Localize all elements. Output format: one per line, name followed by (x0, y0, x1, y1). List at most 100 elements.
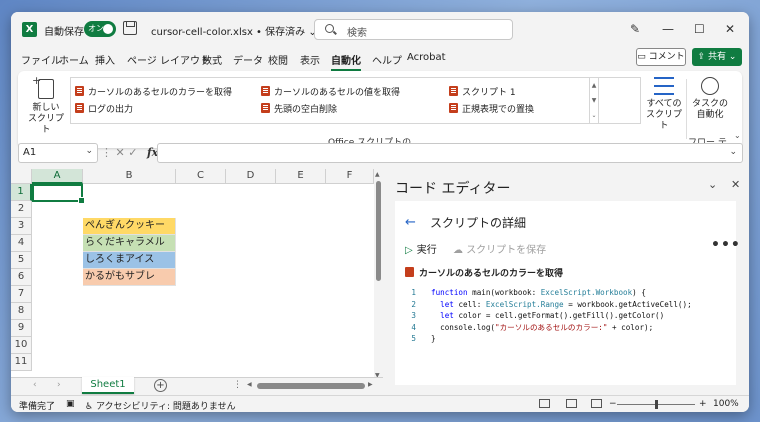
accessibility-status[interactable]: ♿ アクセシビリティ: 問題ありません (85, 399, 236, 412)
chevron-down-icon[interactable]: ⌄ (85, 146, 93, 156)
gallery-item[interactable]: 正規表現での置換 (449, 102, 534, 115)
row-header[interactable]: 8 (11, 303, 32, 320)
scroll-left-icon[interactable]: ◀ (247, 381, 252, 388)
prev-sheet-icon[interactable]: ‹ (33, 380, 37, 390)
column-header[interactable]: F (326, 169, 374, 184)
cancel-icon[interactable]: ✕ (116, 146, 125, 159)
column-header[interactable]: D (226, 169, 276, 184)
zoom-slider-thumb[interactable] (655, 400, 658, 409)
select-all-corner[interactable] (11, 169, 32, 184)
gallery-item-label: ログの出力 (88, 105, 134, 115)
tab-file[interactable]: ファイル (21, 52, 61, 67)
column-header[interactable]: E (276, 169, 326, 184)
autosave-label: 自動保存 (44, 27, 84, 38)
new-script-button[interactable]: 新しい スクリプト (28, 75, 64, 136)
macro-icon[interactable]: ▣ (66, 399, 75, 409)
row-header[interactable]: 6 (11, 269, 32, 286)
code-line[interactable]: 2 let cell: ExcelScript.Range = workbook… (395, 299, 736, 311)
scroll-thumb[interactable] (257, 383, 365, 389)
cell-b4[interactable]: らくだキャラメル (83, 235, 176, 252)
search-box[interactable]: 検索 (314, 19, 513, 40)
chevron-down-icon[interactable]: ⌄ (729, 147, 737, 157)
tab-view[interactable]: 表示 (300, 52, 320, 67)
comment-button[interactable]: ▭ コメント (636, 48, 686, 66)
page-break-view-icon[interactable] (591, 399, 602, 408)
scroll-right-icon[interactable]: ▶ (368, 381, 373, 388)
row-header[interactable]: 7 (11, 286, 32, 303)
gallery-item[interactable]: ログの出力 (75, 102, 133, 115)
code-line[interactable]: 1 function main(workbook: ExcelScript.Wor… (395, 287, 736, 299)
run-button[interactable]: ▷ 実行 (405, 241, 437, 256)
zoom-out-button[interactable]: − (609, 399, 617, 409)
normal-view-icon[interactable] (539, 399, 550, 408)
all-scripts-button[interactable]: すべての スクリプト (644, 77, 684, 132)
close-button[interactable]: ✕ (725, 22, 735, 36)
code-area[interactable]: 1 function main(workbook: ExcelScript.Wor… (395, 287, 736, 345)
cell-b3[interactable]: ぺんぎんクッキー (83, 218, 176, 235)
share-button[interactable]: ⇪ 共有 ⌄ (692, 48, 742, 66)
chevron-down-icon[interactable]: ⌄ (708, 178, 717, 191)
cloud-icon: ☁ (453, 245, 467, 256)
row-header[interactable]: 3 (11, 218, 32, 235)
scroll-up-icon[interactable]: ▲ (375, 171, 380, 178)
row-header[interactable]: 11 (11, 354, 32, 371)
tab-help[interactable]: ヘルプ (372, 52, 402, 67)
code-line[interactable]: 3 let color = cell.getFormat().getFill()… (395, 310, 736, 322)
cell-b6[interactable]: かるがもサブレ (83, 269, 176, 286)
page-layout-view-icon[interactable] (566, 399, 577, 408)
more-dots-icon[interactable]: ⋮ (233, 380, 242, 390)
gallery-item[interactable]: カーソルのあるセルのカラーを取得 (75, 85, 232, 98)
gallery-item[interactable]: スクリプト 1 (449, 85, 516, 98)
scroll-thumb[interactable] (376, 181, 381, 281)
autosave-toggle[interactable]: オン (84, 21, 116, 37)
gallery-scroll[interactable]: ▲ ▼ ⌄ (589, 77, 599, 124)
add-sheet-button[interactable]: + (154, 379, 167, 392)
vertical-scrollbar[interactable]: ▲ ▼ (374, 169, 383, 382)
column-header[interactable]: C (176, 169, 226, 184)
back-arrow-icon[interactable]: ← (405, 215, 416, 230)
row-header[interactable]: 9 (11, 320, 32, 337)
sheet-tab-sheet1[interactable]: Sheet1 (82, 377, 134, 394)
worksheet-grid[interactable]: A B C D E F 1 2 3 4 5 6 7 8 9 10 11 ぺんぎん… (11, 169, 374, 377)
tab-data[interactable]: データ (233, 52, 263, 67)
enter-icon[interactable]: ✓ (128, 146, 137, 159)
gallery-item[interactable]: 先頭の空白削除 (261, 102, 337, 115)
task-automation-button[interactable]: タスクの 自動化 (690, 77, 730, 121)
cell-b5[interactable]: しろくまアイス (83, 252, 176, 269)
minimize-button[interactable]: — (662, 22, 674, 36)
tab-review[interactable]: 校閲 (268, 52, 288, 67)
code-text: } (431, 334, 436, 344)
row-header[interactable]: 5 (11, 252, 32, 269)
row-header[interactable]: 2 (11, 201, 32, 218)
column-header[interactable]: B (83, 169, 176, 184)
column-header[interactable]: A (32, 169, 83, 184)
next-sheet-icon[interactable]: › (57, 380, 61, 390)
gallery-item[interactable]: カーソルのあるセルの値を取得 (261, 85, 400, 98)
share-label: 共有 (707, 52, 726, 62)
formula-input[interactable]: ⌄ (157, 143, 743, 163)
zoom-in-button[interactable]: + (699, 399, 707, 409)
chevron-down-icon[interactable]: ⌄ (734, 131, 741, 140)
tab-home[interactable]: ホーム (59, 52, 89, 67)
tab-formulas[interactable]: 数式 (202, 52, 222, 67)
horizontal-scrollbar[interactable]: ◀ ▶ (247, 381, 375, 390)
maximize-button[interactable]: ☐ (694, 22, 705, 36)
name-box[interactable]: A1 ⌄ (18, 143, 98, 163)
tab-automate[interactable]: 自動化 (331, 52, 361, 71)
close-icon[interactable]: ✕ (731, 178, 740, 191)
code-line[interactable]: 4 console.log("カーソルのあるセルのカラー:" + color); (395, 322, 736, 334)
save-icon[interactable] (123, 21, 137, 35)
row-header[interactable]: 4 (11, 235, 32, 252)
tab-acrobat[interactable]: Acrobat (407, 52, 446, 63)
status-ready: 準備完了 (19, 402, 56, 412)
document-title[interactable]: cursor-cell-color.xlsx • 保存済み ⌄ (151, 23, 317, 38)
row-header[interactable]: 1 (11, 184, 32, 201)
more-dots-icon[interactable]: ⋮ (101, 146, 112, 159)
more-options-icon[interactable]: ••• (711, 237, 741, 253)
code-line[interactable]: 5} (395, 333, 736, 345)
tab-page-layout[interactable]: ページ レイアウト (127, 52, 210, 67)
zoom-level[interactable]: 100% (713, 399, 739, 409)
row-header[interactable]: 10 (11, 337, 32, 354)
pen-icon[interactable]: ✎ (630, 22, 640, 36)
tab-insert[interactable]: 挿入 (95, 52, 115, 67)
